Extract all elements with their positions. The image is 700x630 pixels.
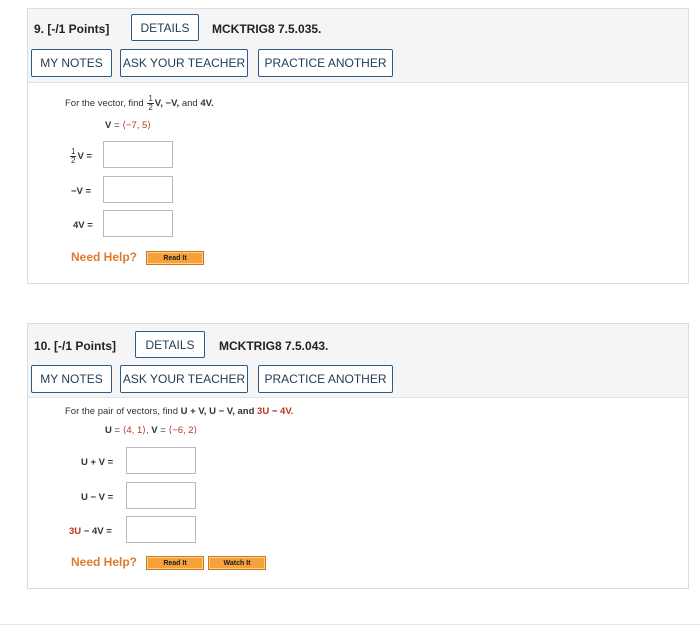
four-v-answer-input[interactable] <box>103 210 173 237</box>
question-10-header: 10. [-/1 Points] DETAILS MCKTRIG8 7.5.04… <box>28 324 688 398</box>
combo-answer-input[interactable] <box>126 516 196 543</box>
given-v-value: ⟨−6, 2⟩ <box>168 425 198 436</box>
prompt-v: V, <box>154 98 163 110</box>
question-9-header: 9. [-/1 Points] DETAILS MCKTRIG8 7.5.035… <box>28 9 688 83</box>
ask-your-teacher-button[interactable]: ASK YOUR TEACHER <box>120 49 248 77</box>
prompt-neg-v: −V, <box>165 98 180 110</box>
question-9-code: MCKTRIG8 7.5.035. <box>212 22 322 36</box>
neg-v-answer-input[interactable] <box>103 176 173 203</box>
prompt-operations: U + V, U − V, and <box>180 406 255 417</box>
given-v-label: V <box>105 120 112 131</box>
half-v-answer-input[interactable] <box>103 141 173 168</box>
read-it-button[interactable]: Read It <box>146 251 204 265</box>
sum-answer-input[interactable] <box>126 447 196 474</box>
fraction-denominator: 2 <box>71 156 76 165</box>
half-v-label: 1 2 V = <box>69 148 92 165</box>
prompt-text: For the pair of vectors, find <box>65 406 178 417</box>
combo-label: 3U − 4V = <box>69 526 112 537</box>
one-half-fraction: 1 2 <box>70 148 77 165</box>
prompt-4v: 4V. <box>200 98 214 110</box>
my-notes-button[interactable]: MY NOTES <box>31 49 112 77</box>
need-help-label: Need Help? <box>71 555 138 569</box>
sum-label: U + V = <box>81 457 114 468</box>
given-v-equals: = <box>160 425 166 436</box>
difference-answer-input[interactable] <box>126 482 196 509</box>
details-button[interactable]: DETAILS <box>131 14 199 41</box>
prompt-3u: 3U <box>257 406 270 417</box>
question-10-number: 10. [-/1 Points] <box>34 339 117 353</box>
question-9-number: 9. [-/1 Points] <box>34 22 110 36</box>
ask-your-teacher-button[interactable]: ASK YOUR TEACHER <box>120 365 248 393</box>
prompt-text: For the vector, find <box>65 98 144 110</box>
half-v-text: V = <box>77 151 92 163</box>
given-v-value: ⟨−7, 5⟩ <box>122 120 151 131</box>
question-10-panel: 10. [-/1 Points] DETAILS MCKTRIG8 7.5.04… <box>27 323 689 589</box>
one-half-fraction: 1 2 <box>147 95 154 112</box>
given-v-label: V <box>151 425 158 436</box>
watch-it-button[interactable]: Watch It <box>208 556 266 570</box>
four-v-label: 4V = <box>73 220 93 231</box>
practice-another-button[interactable]: PRACTICE ANOTHER <box>258 49 393 77</box>
question-10-prompt: For the pair of vectors, find U + V, U −… <box>65 406 293 417</box>
combo-3u: 3U <box>69 526 82 537</box>
details-button[interactable]: DETAILS <box>135 331 205 358</box>
question-9-prompt: For the vector, find 1 2 V, −V, and 4V. <box>65 95 214 112</box>
given-u-equals: = <box>114 425 121 436</box>
question-10-code: MCKTRIG8 7.5.043. <box>219 339 329 353</box>
question-9-panel: 9. [-/1 Points] DETAILS MCKTRIG8 7.5.035… <box>27 8 689 284</box>
neg-v-label: −V = <box>71 186 92 197</box>
prompt-and: and <box>181 98 198 110</box>
question-9-body: For the vector, find 1 2 V, −V, and 4V. … <box>55 83 688 283</box>
given-u-label: U <box>105 425 112 436</box>
practice-another-button[interactable]: PRACTICE ANOTHER <box>258 365 393 393</box>
given-vector: V = ⟨−7, 5⟩ <box>105 120 151 131</box>
combo-rest: − 4V = <box>83 526 112 537</box>
difference-label: U − V = <box>81 492 114 503</box>
question-10-body: For the pair of vectors, find U + V, U −… <box>55 398 688 588</box>
my-notes-button[interactable]: MY NOTES <box>31 365 112 393</box>
prompt-4v: 4V. <box>280 406 294 417</box>
given-u-value: ⟨4, 1⟩, <box>122 425 149 436</box>
prompt-minus: − <box>271 406 278 417</box>
fraction-denominator: 2 <box>148 103 153 112</box>
need-help-label: Need Help? <box>71 250 138 264</box>
given-equals: = <box>113 120 120 131</box>
bottom-divider <box>0 624 700 625</box>
read-it-button[interactable]: Read It <box>146 556 204 570</box>
given-vectors: U = ⟨4, 1⟩, V = ⟨−6, 2⟩ <box>105 425 197 436</box>
